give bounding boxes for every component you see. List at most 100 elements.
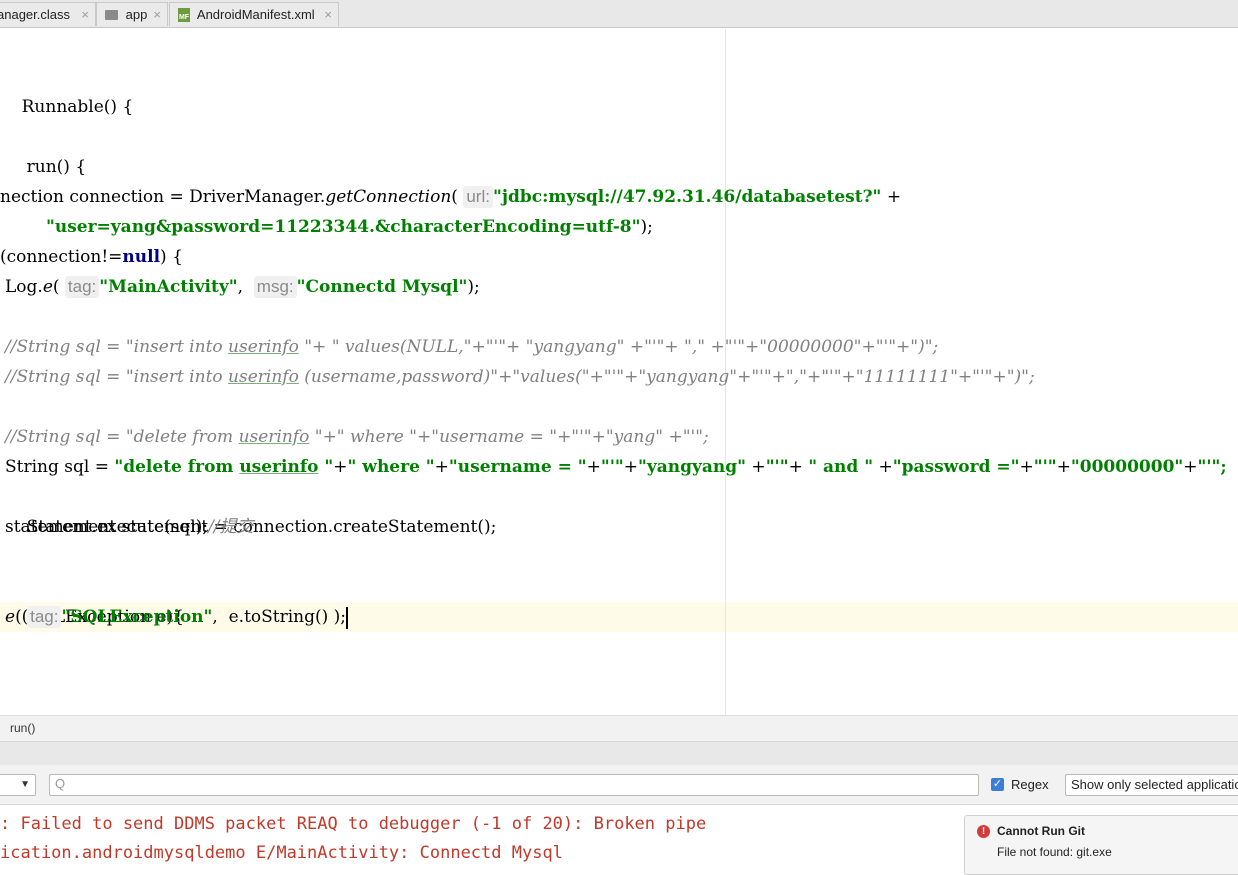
close-icon[interactable]: × bbox=[153, 3, 161, 26]
code-editor[interactable]: Runnable() { run() { nection connection … bbox=[0, 29, 1238, 715]
close-icon[interactable]: × bbox=[81, 3, 89, 26]
string-literal: "'"; bbox=[1197, 457, 1227, 477]
code-text: + bbox=[333, 457, 348, 477]
code-text: + bbox=[1183, 457, 1198, 477]
comment-line: //String sql = "insert into userinfo "+ … bbox=[5, 332, 938, 362]
code-line: Statement statement = connection.createS… bbox=[5, 482, 497, 537]
string-literal: "SQLException" bbox=[61, 607, 213, 627]
string-literal: "'" bbox=[600, 457, 624, 477]
string-literal: "MainActivity" bbox=[99, 277, 238, 297]
search-input[interactable] bbox=[74, 776, 968, 796]
parameter-hint: msg: bbox=[253, 276, 297, 298]
string-literal: userinfo bbox=[239, 457, 319, 477]
breadcrumb-item[interactable]: run() bbox=[10, 721, 35, 735]
string-literal: "Connectd Mysql" bbox=[296, 277, 468, 297]
parameter-hint: tag: bbox=[27, 606, 62, 628]
comment-text: //String sql = "delete from bbox=[5, 427, 239, 447]
code-text: ( bbox=[52, 277, 60, 297]
code-line: (connection!=null) { bbox=[0, 242, 183, 272]
comment-line: //String sql = "delete from userinfo "+"… bbox=[5, 422, 709, 452]
code-line: Log.e( tag: "MainActivity", msg: "Connectd… bbox=[5, 272, 480, 302]
code-text: , e.toString() ); bbox=[212, 607, 347, 627]
editor-tab-bar: anager.class × app × MF AndroidManifest.… bbox=[0, 0, 1238, 28]
breadcrumb[interactable]: run() bbox=[0, 715, 1238, 741]
app-filter-dropdown[interactable]: Show only selected application bbox=[1065, 774, 1238, 796]
code-text: + bbox=[623, 457, 639, 477]
code-line: "user=yang&password=11223344.&characterE… bbox=[46, 212, 653, 242]
notification-body: File not found: git.exe bbox=[997, 845, 1112, 859]
comment-text: userinfo bbox=[238, 427, 310, 447]
code-text: , bbox=[237, 277, 254, 297]
log-line: : Failed to send DDMS packet REAQ to deb… bbox=[0, 814, 707, 834]
logcat-toolbar: ▼ Q ✓ Regex Show only selected applicati… bbox=[0, 765, 1238, 805]
string-literal: "yangyang" bbox=[638, 457, 747, 477]
string-literal: "'" bbox=[1033, 457, 1057, 477]
tab-label: app bbox=[125, 7, 148, 22]
tab-android-manifest[interactable]: MF AndroidManifest.xml × bbox=[169, 2, 339, 26]
string-literal: "user=yang&password=11223344.&characterE… bbox=[46, 217, 641, 237]
keyword: null bbox=[122, 247, 161, 267]
code-line: (SQLException e){ bbox=[0, 572, 184, 627]
comment-text: //String sql = "insert into bbox=[5, 367, 229, 387]
regex-checkbox[interactable]: ✓ bbox=[991, 778, 1004, 791]
method-name: e bbox=[42, 277, 53, 297]
code-line: Runnable() { bbox=[0, 62, 134, 117]
comment-text: userinfo bbox=[228, 367, 299, 387]
error-icon: ! bbox=[977, 825, 990, 838]
code-text: ( bbox=[451, 187, 458, 207]
parameter-hint: url: bbox=[463, 186, 493, 208]
code-text: + bbox=[746, 457, 766, 477]
tab-manager-class[interactable]: anager.class × bbox=[0, 2, 96, 26]
filter-label: Show only selected application bbox=[1071, 777, 1238, 792]
panel-separator bbox=[0, 741, 1238, 765]
code-text: + bbox=[434, 457, 449, 477]
string-literal: "password =" bbox=[892, 457, 1020, 477]
code-line: statement.execute(sql);//提交 bbox=[5, 512, 254, 542]
comment-line: //String sql = "insert into userinfo (us… bbox=[5, 362, 1035, 392]
code-line: nection connection = DriverManager.getCo… bbox=[0, 182, 901, 212]
string-literal: "delete from bbox=[114, 457, 240, 477]
chevron-down-icon: ▼ bbox=[20, 779, 30, 790]
comment-text: userinfo bbox=[228, 337, 299, 357]
notification-title: Cannot Run Git bbox=[997, 824, 1085, 838]
regex-label: Regex bbox=[1011, 777, 1049, 792]
code-line: String sql = "delete from userinfo "+" w… bbox=[5, 452, 1227, 482]
search-icon: Q bbox=[55, 776, 66, 791]
parameter-hint: tag: bbox=[64, 276, 100, 298]
code-text: Log. bbox=[5, 277, 43, 297]
method-name: e bbox=[5, 607, 16, 627]
code-text: statement.execute(sql); bbox=[5, 517, 209, 537]
code-text: Runnable() { bbox=[21, 97, 134, 117]
folder-icon bbox=[105, 9, 118, 20]
tab-app[interactable]: app × bbox=[96, 2, 168, 26]
string-literal: "username = " bbox=[448, 457, 587, 477]
error-notification[interactable]: ! Cannot Run Git File not found: git.exe bbox=[964, 815, 1238, 875]
code-text: (connection!= bbox=[0, 247, 123, 267]
code-text: ); bbox=[640, 217, 653, 237]
string-literal: "jdbc:mysql://47.92.31.46/databasetest?" bbox=[492, 187, 882, 207]
code-text: ) { bbox=[160, 247, 183, 267]
string-literal: "'" bbox=[765, 457, 789, 477]
tab-label: anager.class bbox=[0, 7, 70, 22]
comment-text: //提交 bbox=[208, 517, 254, 537]
code-text: run() { bbox=[26, 157, 87, 177]
tab-label: AndroidManifest.xml bbox=[196, 7, 315, 22]
code-text: + bbox=[586, 457, 601, 477]
log-line: ication.androidmysqldemo E/MainActivity:… bbox=[0, 843, 563, 862]
code-text: + bbox=[1056, 457, 1071, 477]
comment-text: "+ " values(NULL,"+"'"+ "yangyang" +"'"+… bbox=[298, 337, 939, 357]
string-literal: " and " bbox=[808, 457, 874, 477]
code-line: run() { bbox=[5, 122, 87, 177]
code-text: + bbox=[788, 457, 809, 477]
close-icon[interactable]: × bbox=[324, 3, 332, 26]
manifest-file-icon: MF bbox=[178, 7, 190, 22]
code-text: ); bbox=[467, 277, 480, 297]
code-text: + bbox=[1019, 457, 1034, 477]
logcat-search[interactable]: Q bbox=[49, 774, 979, 796]
code-line: e( tag: "SQLException", e.toString() ); bbox=[5, 602, 349, 632]
string-literal: " bbox=[318, 457, 334, 477]
method-name: getConnection bbox=[325, 187, 452, 207]
code-text: String sql = bbox=[5, 457, 115, 477]
log-level-dropdown[interactable]: ▼ bbox=[0, 774, 36, 796]
code-text: + bbox=[881, 187, 902, 207]
